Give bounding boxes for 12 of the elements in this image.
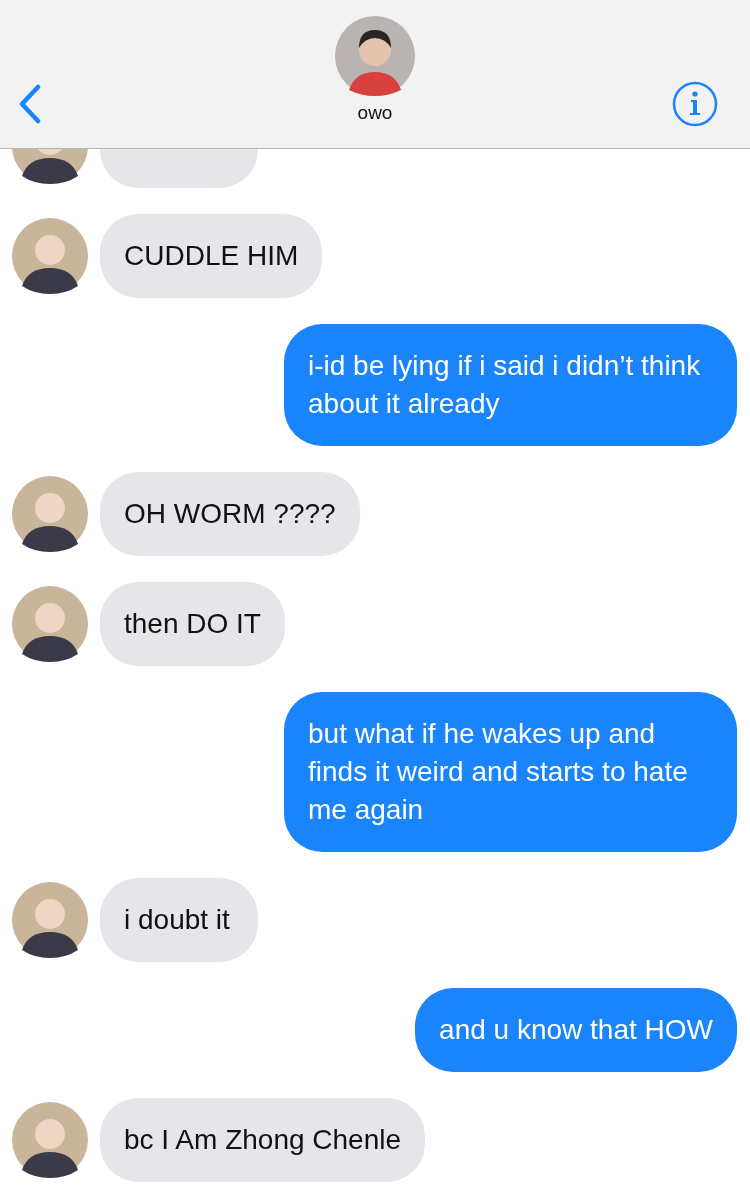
message-bubble: then DO IT (100, 582, 285, 666)
info-icon[interactable] (672, 81, 718, 127)
message-bubble: i-id be lying if i said i didn’t think about it already (284, 324, 737, 446)
contact-name[interactable]: owo (357, 102, 393, 124)
message-bubble: bc I Am Zhong Chenle (100, 1098, 426, 1182)
message-bubble: but what if he wakes up and finds it weird and starts to hate me again (284, 692, 737, 852)
contact-avatar[interactable] (335, 16, 415, 96)
message-bubble: and u know that HOW (415, 988, 737, 1072)
message-bubble: OH WORM ???? (100, 472, 360, 556)
back-icon[interactable] (18, 84, 42, 124)
message-bubble: i doubt it (100, 878, 258, 962)
message-bubble: CUDDLE HIM (100, 214, 323, 298)
